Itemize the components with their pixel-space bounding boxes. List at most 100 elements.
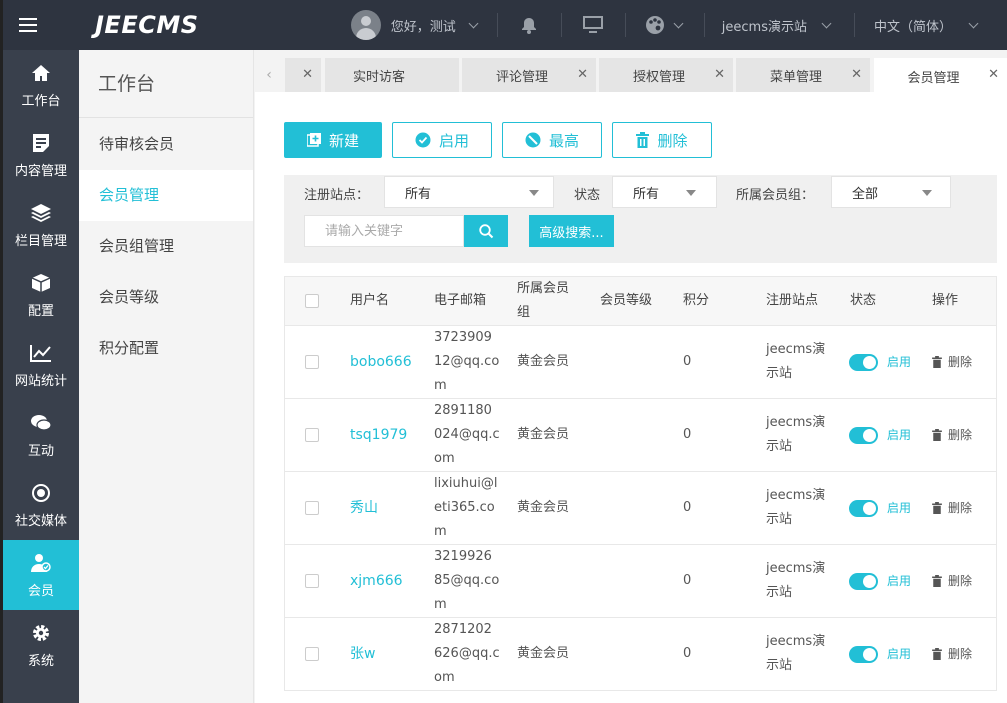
username-link[interactable]: bobo666: [350, 350, 412, 374]
tab-menu[interactable]: 菜单管理 ✕: [736, 58, 870, 92]
ban-icon: [525, 132, 541, 148]
nav-item-members[interactable]: 会员: [3, 540, 79, 610]
app-logo: JEECMS: [95, 11, 199, 39]
nav-item-social[interactable]: 社交媒体: [3, 470, 79, 540]
left-nav: 工作台 内容管理 栏目管理 配置 网站统计 互动 社交媒体 会员 系统: [0, 50, 79, 703]
username-link[interactable]: tsq1979: [350, 423, 407, 447]
target-icon: [30, 482, 52, 504]
status-toggle[interactable]: [849, 427, 878, 444]
nav-item-interaction[interactable]: 互动: [3, 400, 79, 470]
close-icon[interactable]: ✕: [851, 67, 862, 82]
tab-hidden[interactable]: ✕: [285, 58, 321, 92]
row-checkbox[interactable]: [305, 574, 319, 588]
home-icon: [30, 62, 52, 84]
subnav-item-member-groups[interactable]: 会员组管理: [79, 221, 253, 272]
col-level: 会员等级: [600, 277, 652, 325]
close-icon[interactable]: ✕: [988, 67, 999, 82]
tab-comments[interactable]: 评论管理 ✕: [462, 58, 596, 92]
row-delete-button[interactable]: 删除: [932, 350, 972, 374]
top-button[interactable]: 最高: [502, 122, 602, 158]
notification-button[interactable]: [497, 0, 561, 50]
chevron-down-icon: [822, 18, 832, 28]
col-group: 所属会员组: [517, 277, 579, 325]
row-delete-label: 删除: [948, 569, 972, 593]
nav-item-content[interactable]: 内容管理: [3, 120, 79, 190]
table-row: 张w 2871202626@qq.com 黄金会员 0 jeecms演示站 启用…: [285, 618, 996, 691]
col-action: 操作: [932, 277, 958, 325]
close-icon[interactable]: ✕: [577, 67, 588, 82]
advanced-search-button[interactable]: 高级搜索...: [529, 215, 614, 247]
nav-item-label: 互动: [28, 440, 54, 459]
subnav-item-member-levels[interactable]: 会员等级: [79, 272, 253, 323]
subnav-item-points-config[interactable]: 积分配置: [79, 323, 253, 374]
screen-button[interactable]: [561, 0, 625, 50]
close-icon[interactable]: ✕: [302, 67, 313, 82]
nav-item-dashboard[interactable]: 工作台: [3, 50, 79, 120]
subnav-item-member-management[interactable]: 会员管理: [79, 170, 253, 221]
row-delete-button[interactable]: 删除: [932, 569, 972, 593]
nav-item-stats[interactable]: 网站统计: [3, 330, 79, 400]
menu-toggle-button[interactable]: [9, 0, 47, 50]
status-filter-select[interactable]: 所有: [612, 176, 717, 208]
status-toggle[interactable]: [849, 500, 878, 517]
group-cell: 黄金会员: [517, 326, 569, 398]
username-link[interactable]: 秀山: [350, 496, 378, 520]
site-cell: jeecms演示站: [766, 618, 832, 690]
tab-realtime-visitors[interactable]: 实时访客: [325, 58, 459, 92]
trash-icon: [932, 648, 942, 660]
enable-button[interactable]: 启用: [392, 122, 492, 158]
current-site: jeecms演示站: [722, 16, 807, 35]
nav-item-label: 会员: [28, 580, 54, 599]
chevron-down-icon: [468, 18, 478, 28]
row-delete-button[interactable]: 删除: [932, 496, 972, 520]
close-icon[interactable]: ✕: [714, 67, 725, 82]
nav-item-system[interactable]: 系统: [3, 610, 79, 680]
points-cell: 0: [683, 399, 691, 471]
nav-item-channels[interactable]: 栏目管理: [3, 190, 79, 260]
status-label: 启用: [887, 496, 911, 520]
nav-item-label: 系统: [28, 650, 54, 669]
row-checkbox[interactable]: [305, 355, 319, 369]
cube-icon: [30, 272, 52, 294]
tab-authorization[interactable]: 授权管理 ✕: [599, 58, 733, 92]
row-delete-button[interactable]: 删除: [932, 423, 972, 447]
new-button[interactable]: 新建: [284, 122, 382, 158]
theme-menu[interactable]: [625, 0, 704, 50]
status-label: 启用: [887, 423, 911, 447]
select-all-checkbox[interactable]: [305, 294, 319, 308]
status-toggle[interactable]: [849, 573, 878, 590]
username-link[interactable]: xjm666: [350, 569, 403, 593]
language-switcher[interactable]: 中文（简体）: [854, 0, 1007, 50]
status-toggle[interactable]: [849, 354, 878, 371]
document-icon: [30, 132, 52, 154]
points-cell: 0: [683, 472, 691, 544]
group-cell: 黄金会员: [517, 472, 569, 544]
tab-member-management[interactable]: 会员管理 ✕: [874, 58, 1007, 94]
site-switcher[interactable]: jeecms演示站: [704, 0, 854, 50]
col-points: 积分: [683, 277, 709, 325]
nav-item-config[interactable]: 配置: [3, 260, 79, 330]
search-input[interactable]: [304, 215, 464, 247]
col-status: 状态: [850, 277, 876, 325]
palette-icon: [645, 15, 665, 35]
search-button[interactable]: [464, 215, 508, 247]
site-filter-select[interactable]: 所有: [384, 176, 554, 208]
user-menu[interactable]: 您好，测试: [337, 0, 497, 50]
row-checkbox[interactable]: [305, 647, 319, 661]
delete-button[interactable]: 删除: [612, 122, 712, 158]
row-checkbox[interactable]: [305, 428, 319, 442]
row-delete-button[interactable]: 删除: [932, 642, 972, 666]
group-cell: 黄金会员: [517, 399, 569, 471]
group-filter-select[interactable]: 全部: [831, 176, 951, 208]
subnav-item-pending-members[interactable]: 待审核会员: [79, 119, 253, 170]
caret-down-icon: [922, 190, 932, 196]
nav-item-label: 配置: [28, 300, 54, 319]
tab-scroll-left-icon[interactable]: ‹: [255, 58, 283, 92]
col-username: 用户名: [350, 277, 389, 325]
table-header: 用户名 电子邮箱 所属会员组 会员等级 积分 注册站点 状态 操作: [285, 277, 996, 326]
tab-bar: ‹ ✕ 实时访客 评论管理 ✕ 授权管理 ✕ 菜单管理 ✕ 会员管理 ✕: [255, 50, 1007, 92]
status-toggle[interactable]: [849, 646, 878, 663]
row-checkbox[interactable]: [305, 501, 319, 515]
add-icon: [307, 133, 321, 147]
username-link[interactable]: 张w: [350, 642, 375, 666]
